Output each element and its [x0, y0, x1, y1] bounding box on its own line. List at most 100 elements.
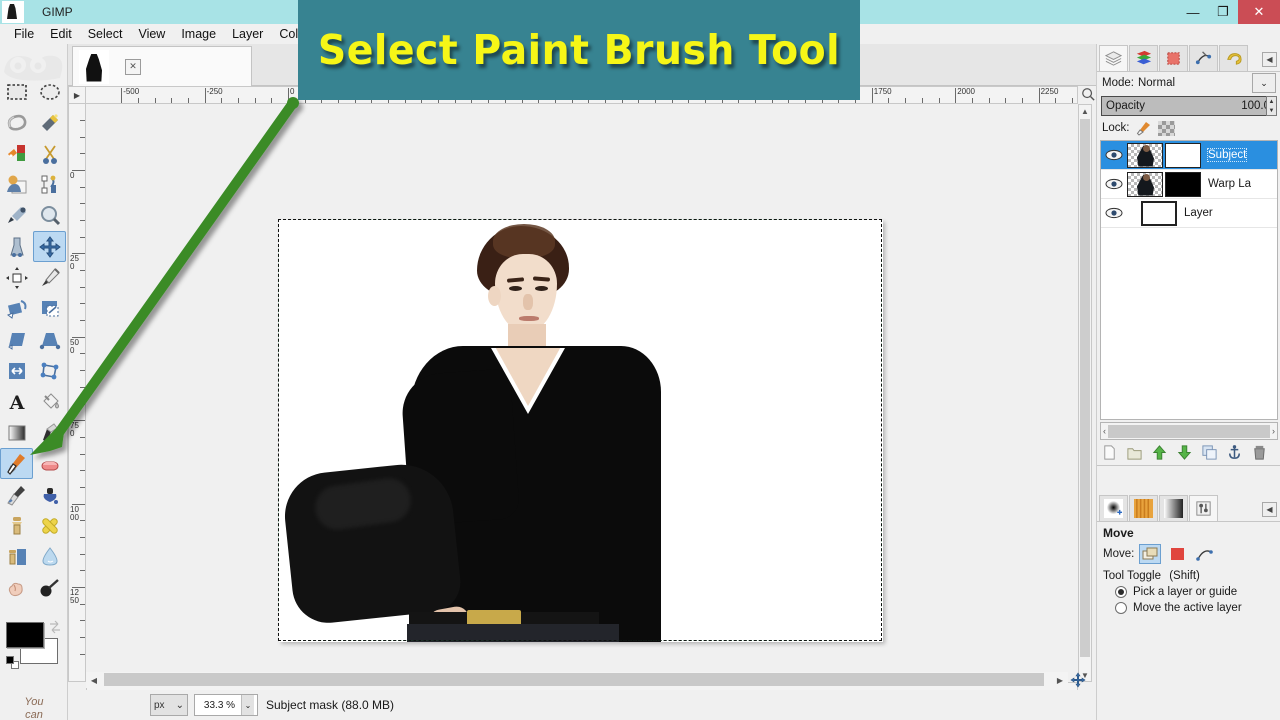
layer-row-warp[interactable]: Warp La [1101, 170, 1277, 199]
foreground-color-swatch[interactable] [6, 622, 44, 648]
paths-tool[interactable] [33, 169, 66, 200]
ruler-corner-menu[interactable]: ▶ [68, 86, 86, 104]
opacity-stepper[interactable]: ▲ ▼ [1266, 96, 1277, 116]
channels-tab[interactable] [1129, 45, 1158, 71]
shear-tool[interactable] [0, 324, 33, 355]
paths-tab[interactable] [1159, 45, 1188, 71]
tool-options-tab[interactable] [1189, 495, 1218, 521]
move-layer-mode-button[interactable] [1139, 544, 1162, 564]
layers-tab[interactable] [1099, 45, 1128, 71]
radio-button-icon[interactable] [1115, 586, 1127, 598]
move-selection-mode-button[interactable] [1166, 544, 1188, 564]
opacity-slider[interactable]: Opacity 100.0 ▲ ▼ [1101, 96, 1277, 116]
clone-tool[interactable] [0, 510, 33, 541]
layer-scroll-right-icon[interactable]: › [1272, 426, 1275, 436]
layer-scroll-thumb[interactable] [1108, 424, 1270, 438]
navigation-preview-icon[interactable] [1070, 672, 1086, 688]
perspective-tool[interactable] [33, 324, 66, 355]
gradients-tab[interactable] [1159, 495, 1188, 521]
fuzzy-select-tool[interactable] [33, 107, 66, 138]
duplicate-layer-icon[interactable] [1201, 444, 1218, 461]
crop-tool[interactable] [33, 262, 66, 293]
delete-layer-icon[interactable] [1251, 444, 1268, 461]
vertical-ruler[interactable]: -250 0 250 500 750 1000 1250 [68, 104, 86, 682]
pencil-tool[interactable] [33, 417, 66, 448]
option-move-active-layer[interactable]: Move the active layer [1097, 600, 1280, 616]
dodge-burn-tool[interactable] [33, 572, 66, 603]
heal-tool[interactable] [33, 510, 66, 541]
ink-tool[interactable] [33, 479, 66, 510]
layer-row-layer[interactable]: Layer [1101, 199, 1277, 228]
vertical-scroll-thumb[interactable] [1080, 119, 1090, 657]
menu-image[interactable]: Image [173, 26, 224, 42]
layer-visibility-icon[interactable] [1103, 178, 1125, 190]
paths-edit-tab[interactable] [1189, 45, 1218, 71]
layer-name[interactable]: Layer [1184, 207, 1213, 219]
anchor-layer-icon[interactable] [1226, 444, 1243, 461]
blur-sharpen-tool[interactable] [33, 541, 66, 572]
brushes-tab[interactable] [1099, 495, 1128, 521]
radio-button-icon[interactable] [1115, 602, 1127, 614]
tool-options-menu-button[interactable]: ◀ [1262, 502, 1277, 517]
paintbrush-tool[interactable] [0, 448, 33, 479]
foreground-select-tool[interactable] [0, 169, 33, 200]
zoom-selector[interactable]: 33.3 % ⌄ [194, 694, 258, 716]
ellipse-select-tool[interactable] [33, 76, 66, 107]
smudge-tool[interactable] [0, 572, 33, 603]
scroll-up-arrow[interactable]: ▲ [1079, 105, 1091, 117]
perspective-clone-tool[interactable] [0, 541, 33, 572]
move-tool[interactable] [33, 231, 66, 262]
layer-list-scrollbar[interactable]: ‹ › [1100, 422, 1278, 440]
new-group-icon[interactable] [1126, 444, 1143, 461]
scroll-left-arrow[interactable]: ◀ [88, 674, 100, 686]
rectangle-select-tool[interactable] [0, 76, 33, 107]
unit-selector[interactable]: px ⌄ [150, 694, 188, 716]
layer-visibility-icon[interactable] [1103, 207, 1125, 219]
eraser-tool[interactable] [33, 448, 66, 479]
lower-layer-icon[interactable] [1176, 444, 1193, 461]
scale-tool[interactable] [33, 293, 66, 324]
mode-chevron-down-icon[interactable]: ⌄ [1252, 73, 1276, 93]
option-pick-layer-or-guide[interactable]: Pick a layer or guide [1097, 584, 1280, 600]
maximize-button[interactable]: ❐ [1208, 0, 1238, 24]
layer-mask-thumbnail[interactable] [1165, 171, 1201, 197]
select-by-color-tool[interactable] [0, 138, 33, 169]
raise-layer-icon[interactable] [1151, 444, 1168, 461]
rotate-tool[interactable] [0, 293, 33, 324]
layer-mask-thumbnail[interactable] [1165, 142, 1201, 168]
canvas-vertical-scrollbar[interactable]: ▲ ▼ [1078, 104, 1092, 682]
menu-file[interactable]: File [6, 26, 42, 42]
flip-tool[interactable] [0, 355, 33, 386]
reset-colors-icon[interactable] [6, 656, 20, 670]
menu-view[interactable]: View [130, 26, 173, 42]
scroll-right-arrow[interactable]: ▶ [1054, 674, 1066, 686]
layer-name[interactable]: Subject [1206, 148, 1248, 162]
color-swatches[interactable] [6, 620, 64, 674]
layer-name[interactable]: Warp La [1208, 178, 1251, 190]
patterns-tab[interactable] [1129, 495, 1158, 521]
canvas-navigation-icon[interactable] [1080, 86, 1096, 102]
horizontal-scroll-thumb[interactable] [104, 673, 1044, 686]
alignment-tool[interactable] [0, 262, 33, 293]
cage-transform-tool[interactable] [33, 355, 66, 386]
lock-alpha-icon[interactable] [1157, 120, 1175, 136]
close-button[interactable]: ✕ [1238, 0, 1280, 24]
gradient-tool[interactable] [0, 417, 33, 448]
layer-visibility-icon[interactable] [1103, 149, 1125, 161]
lock-pixels-brush-icon[interactable] [1136, 120, 1152, 136]
menu-select[interactable]: Select [80, 26, 131, 42]
menu-layer[interactable]: Layer [224, 26, 271, 42]
scissors-select-tool[interactable] [33, 138, 66, 169]
new-layer-icon[interactable] [1101, 444, 1118, 461]
zoom-tool[interactable] [33, 200, 66, 231]
undo-history-tab[interactable] [1219, 45, 1248, 71]
text-tool[interactable]: A [0, 386, 33, 417]
airbrush-tool[interactable] [0, 479, 33, 510]
menu-edit[interactable]: Edit [42, 26, 80, 42]
bucket-fill-tool[interactable] [33, 386, 66, 417]
color-picker-tool[interactable] [0, 200, 33, 231]
tab-close-icon[interactable]: ✕ [125, 58, 141, 75]
canvas-horizontal-scrollbar[interactable]: ◀ ▶ [86, 672, 1068, 688]
minimize-button[interactable]: — [1178, 0, 1208, 24]
move-path-mode-button[interactable] [1193, 544, 1215, 564]
